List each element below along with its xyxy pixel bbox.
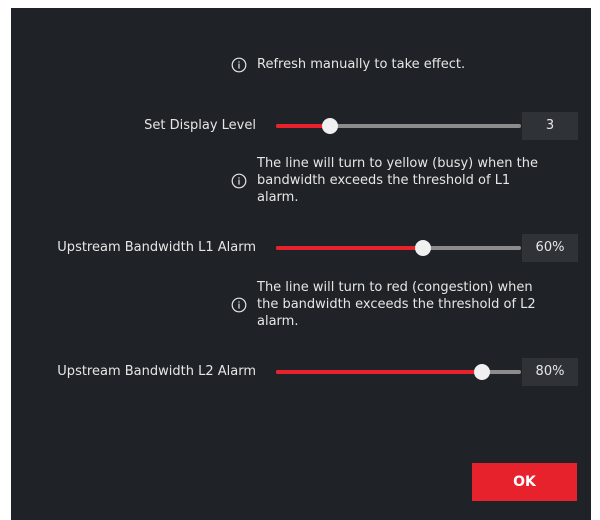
l2-note-line: the bandwidth exceeds the threshold of L… [257,297,536,312]
l1-alarm-label: Upstream Bandwidth L1 Alarm [57,240,256,255]
display-level-slider[interactable] [276,118,521,134]
display-level-value[interactable]: 3 [522,112,578,140]
display-level-slider-thumb[interactable] [321,118,338,134]
l2-note: The line will turn to red (congestion) w… [231,279,536,330]
l1-alarm-slider-fill [276,246,423,250]
l2-alarm-value[interactable]: 80% [522,358,578,386]
l1-alarm-value[interactable]: 60% [522,234,578,262]
refresh-note-text: Refresh manually to take effect. [257,57,466,72]
display-level-row: Set Display Level 3 [11,112,591,140]
l1-note-line: The line will turn to yellow (busy) when… [257,156,538,171]
l1-alarm-slider-thumb[interactable] [415,240,431,256]
l1-note-line: bandwidth exceeds the threshold of L1 [257,173,511,188]
l2-note-line: The line will turn to red (congestion) w… [257,280,533,295]
display-level-label: Set Display Level [144,118,256,133]
ok-button[interactable]: OK [472,463,577,501]
l2-alarm-slider[interactable] [276,364,521,380]
info-icon [231,57,247,73]
l2-note-line: alarm. [257,314,299,329]
settings-dialog: Refresh manually to take effect. Set Dis… [11,8,591,520]
l2-alarm-label: Upstream Bandwidth L2 Alarm [57,364,256,379]
info-icon [231,173,247,189]
l1-alarm-row: Upstream Bandwidth L1 Alarm 60% [11,234,591,262]
l2-alarm-row: Upstream Bandwidth L2 Alarm 80% [11,358,591,386]
l1-note: The line will turn to yellow (busy) when… [231,155,538,206]
info-icon [231,297,247,313]
l2-note-text: The line will turn to red (congestion) w… [257,279,536,330]
l2-alarm-slider-fill [276,370,482,374]
refresh-note: Refresh manually to take effect. [231,56,465,73]
l1-note-line: alarm. [257,190,299,205]
l1-note-text: The line will turn to yellow (busy) when… [257,155,538,206]
l2-alarm-slider-thumb[interactable] [473,364,490,380]
l1-alarm-slider[interactable] [276,240,521,256]
